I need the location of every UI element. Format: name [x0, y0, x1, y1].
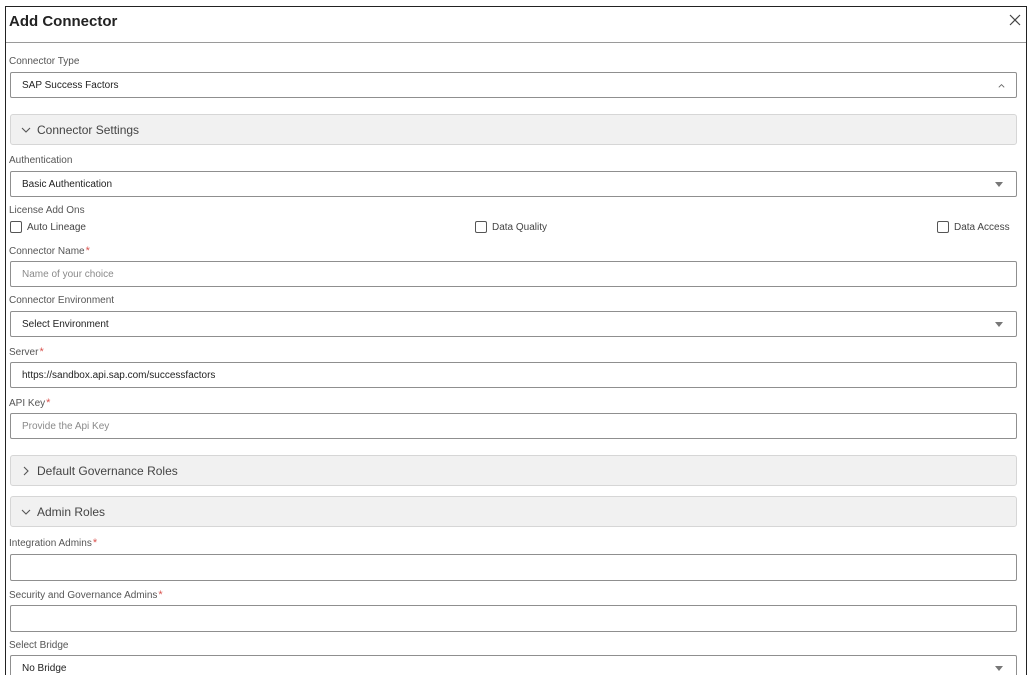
connector-type-select[interactable]: SAP Success Factors: [10, 72, 1017, 98]
security-governance-admins-input[interactable]: [10, 605, 1017, 632]
data-access-checkbox[interactable]: Data Access: [937, 221, 1010, 233]
server-value: https://sandbox.api.sap.com/successfacto…: [22, 370, 216, 381]
checkbox-box[interactable]: [937, 221, 949, 233]
api-key-label: API Key*: [9, 397, 50, 409]
connector-type-value: SAP Success Factors: [22, 80, 119, 91]
admin-roles-section[interactable]: Admin Roles: [10, 496, 1017, 527]
required-asterisk: *: [46, 397, 51, 409]
required-asterisk: *: [39, 346, 44, 358]
connector-environment-value: Select Environment: [22, 319, 109, 330]
connector-name-label-text: Connector Name: [9, 246, 85, 257]
license-add-ons-label: License Add Ons: [9, 205, 85, 216]
data-access-label: Data Access: [954, 221, 1010, 233]
required-asterisk: *: [85, 245, 90, 257]
authentication-value: Basic Authentication: [22, 179, 113, 190]
api-key-label-text: API Key: [9, 398, 46, 409]
default-governance-roles-title: Default Governance Roles: [37, 464, 178, 478]
chevron-right-icon: [23, 466, 29, 476]
api-key-placeholder: Provide the Api Key: [22, 421, 110, 432]
api-key-input[interactable]: Provide the Api Key: [10, 413, 1017, 439]
required-asterisk: *: [158, 589, 163, 601]
server-input[interactable]: https://sandbox.api.sap.com/successfacto…: [10, 362, 1017, 388]
dialog-title: Add Connector: [9, 13, 118, 30]
authentication-label: Authentication: [9, 155, 73, 166]
connector-environment-select[interactable]: Select Environment: [10, 311, 1017, 337]
close-icon[interactable]: [1008, 13, 1022, 27]
chevron-up-icon: [998, 83, 1005, 88]
security-governance-admins-label: Security and Governance Admins*: [9, 589, 163, 601]
data-quality-checkbox[interactable]: Data Quality: [475, 221, 547, 233]
integration-admins-label-text: Integration Admins: [9, 538, 92, 549]
caret-down-icon: [995, 322, 1003, 327]
server-label-text: Server: [9, 347, 39, 358]
security-governance-admins-label-text: Security and Governance Admins: [9, 590, 158, 601]
checkbox-box[interactable]: [10, 221, 22, 233]
default-governance-roles-section[interactable]: Default Governance Roles: [10, 455, 1017, 486]
connector-type-label: Connector Type: [9, 56, 80, 67]
server-label: Server*: [9, 346, 44, 358]
caret-down-icon: [995, 666, 1003, 671]
integration-admins-label: Integration Admins*: [9, 537, 97, 549]
connector-name-label: Connector Name*: [9, 245, 90, 257]
admin-roles-title: Admin Roles: [37, 505, 106, 519]
chevron-down-icon: [21, 127, 31, 133]
auto-lineage-label: Auto Lineage: [27, 221, 86, 233]
connector-name-placeholder: Name of your choice: [22, 269, 114, 280]
chevron-down-icon: [21, 509, 31, 515]
connector-settings-section[interactable]: Connector Settings: [10, 114, 1017, 145]
required-asterisk: *: [92, 537, 98, 549]
connector-environment-label: Connector Environment: [9, 295, 115, 306]
data-quality-label: Data Quality: [492, 221, 548, 233]
caret-down-icon: [995, 182, 1003, 187]
checkbox-box[interactable]: [475, 221, 487, 233]
integration-admins-input[interactable]: [10, 554, 1017, 581]
select-bridge-select[interactable]: No Bridge: [10, 655, 1017, 675]
add-connector-dialog: Add Connector Connector Type SAP Success…: [5, 6, 1027, 675]
auto-lineage-checkbox[interactable]: Auto Lineage: [10, 221, 86, 233]
authentication-select[interactable]: Basic Authentication: [10, 171, 1017, 197]
connector-settings-title: Connector Settings: [37, 123, 140, 137]
select-bridge-label: Select Bridge: [9, 640, 69, 651]
select-bridge-value: No Bridge: [22, 663, 67, 674]
connector-name-input[interactable]: Name of your choice: [10, 261, 1017, 287]
dialog-header: Add Connector: [6, 7, 1026, 43]
